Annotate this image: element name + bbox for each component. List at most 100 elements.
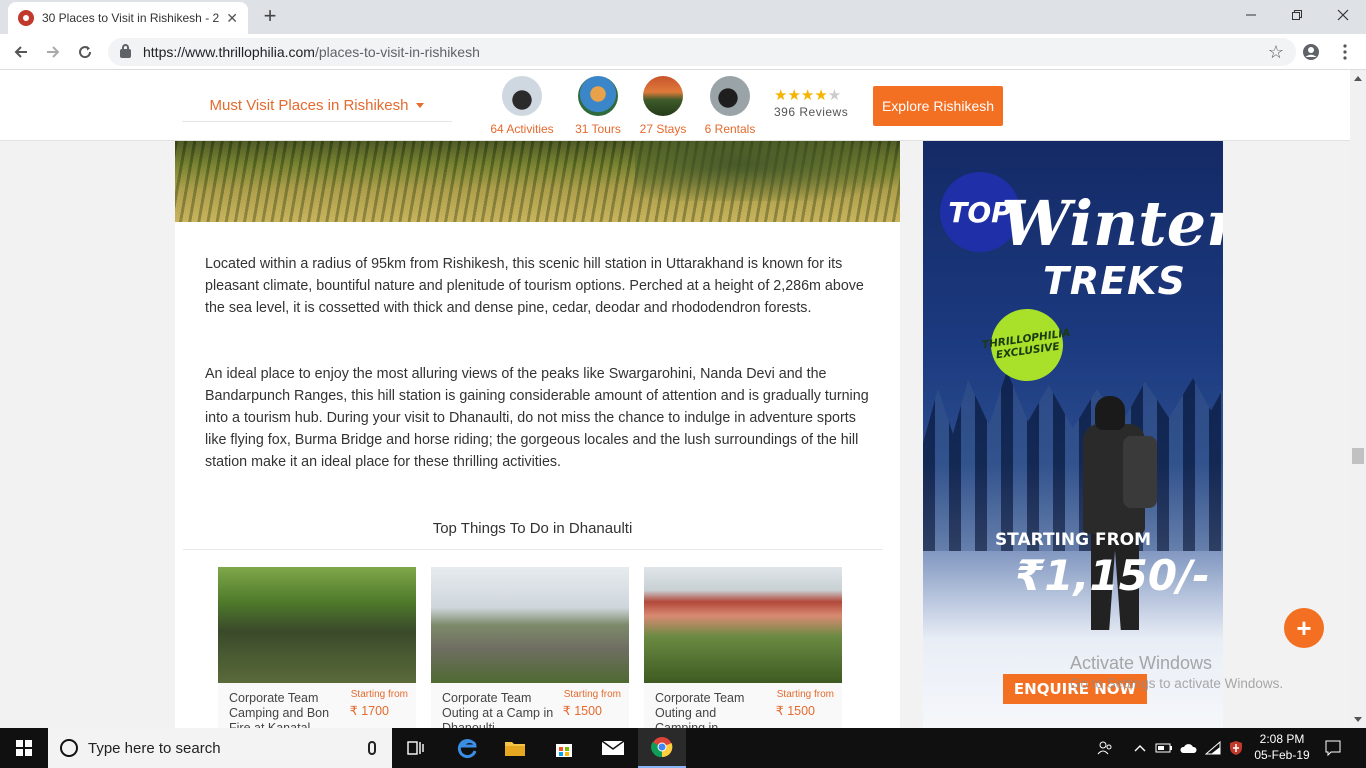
rentals-thumbnail [710,76,750,116]
ad-exclusive-badge: THRILLOPHILIA EXCLUSIVE [981,304,1071,386]
stat-rentals[interactable]: 6 Rentals [695,76,765,136]
minimize-icon[interactable] [1228,0,1274,30]
activity-card-photo [644,567,842,683]
edge-browser-icon[interactable] [443,728,491,768]
clock-time: 2:08 PM [1259,732,1305,746]
security-shield-icon[interactable] [1226,728,1246,768]
explore-button[interactable]: Explore Rishikesh [873,86,1003,126]
activity-card-title: Corporate Team Camping and Bon Fire at K… [229,691,330,728]
reload-icon[interactable] [72,39,98,65]
forward-icon[interactable] [40,39,66,65]
scroll-up-icon[interactable] [1354,76,1362,81]
section-divider [183,549,883,550]
stat-activities[interactable]: 64 Activities [487,76,557,136]
chrome-icon[interactable] [638,728,686,768]
watermark-line-2: Go to Settings to activate Windows. [1070,676,1284,691]
people-icon[interactable] [1094,728,1116,768]
rating-block: ★★★★★ 396 Reviews [774,86,848,119]
activity-card[interactable]: Corporate Team Camping and Bon Fire at K… [218,567,416,728]
taskbar-search-box[interactable]: Type here to search [48,728,392,768]
tab-title: 30 Places to Visit in Rishikesh - 2 [42,11,220,25]
ad-starting-from: STARTING FROM [994,530,1152,550]
rating-stars-icon: ★★★★★ [774,87,842,104]
pine-trees-graphic [923,371,1223,551]
stat-tours-label: 31 Tours [575,122,621,136]
browser-tab[interactable]: 30 Places to Visit in Rishikesh - 2 ✕ [8,2,248,34]
stat-stays-label: 27 Stays [639,122,687,136]
activities-thumbnail [502,76,542,116]
activity-card-price: ₹ 1500 [775,704,815,718]
chevron-down-icon [416,103,425,108]
winter-treks-ad[interactable]: TOP Winter TREKS THRILLOPHILIA EXCLUSIVE… [923,141,1223,728]
taskbar-search-placeholder: Type here to search [88,739,221,757]
url-host: https://www.thrillophilia.com [143,44,315,60]
floating-add-button[interactable]: + [1284,608,1324,648]
browser-tab-strip: 30 Places to Visit in Rishikesh - 2 ✕ + [0,0,1366,34]
stat-tours[interactable]: 31 Tours [563,76,633,136]
reviews-count[interactable]: 396 Reviews [774,105,848,119]
activate-windows-watermark: Activate Windows Go to Settings to activ… [1070,653,1283,691]
tab-close-icon[interactable]: ✕ [226,10,238,27]
activity-card[interactable]: Corporate Team Outing and Camping in Sta… [644,567,842,728]
mail-icon[interactable] [589,728,637,768]
browser-toolbar: https://www.thrillophilia.com/places-to-… [0,34,1366,70]
menu-icon[interactable] [1332,39,1358,65]
file-explorer-icon[interactable] [491,728,539,768]
places-dropdown-label: Must Visit Places in Rishikesh [209,97,409,114]
page-scrollbar[interactable] [1350,70,1366,728]
stat-activities-label: 64 Activities [490,122,554,136]
hiker-graphic [1083,396,1163,636]
activity-card-meta: Corporate Team Outing and Camping in Sta… [644,683,842,728]
clock-date: 05-Feb-19 [1254,748,1310,762]
close-window-icon[interactable] [1320,0,1366,30]
scroll-thumb[interactable] [1352,448,1364,464]
scroll-down-icon[interactable] [1354,717,1362,722]
article-paragraph-1: Located within a radius of 95km from Ris… [205,256,864,316]
stat-rentals-label: 6 Rentals [704,122,756,136]
notification-center-icon[interactable] [1322,728,1344,768]
address-bar[interactable]: https://www.thrillophilia.com/places-to-… [108,38,1296,66]
onedrive-icon[interactable] [1177,728,1199,768]
watermark-line-1: Activate Windows [1070,653,1213,673]
hero-image [175,141,900,222]
battery-icon[interactable] [1153,728,1175,768]
ad-treks-label: TREKS [1043,259,1186,303]
activity-card-title: Corporate Team Outing at a Camp in Dhano… [442,691,554,728]
activity-card-price: ₹ 1500 [562,704,602,718]
star-icon[interactable]: ☆ [1268,42,1284,63]
activity-card-title: Corporate Team Outing and Camping in [655,691,745,728]
cortana-icon [60,739,78,757]
places-dropdown[interactable]: Must Visit Places in Rishikesh [182,90,452,122]
activity-card-meta: Corporate Team Outing at a Camp in Dhano… [431,683,629,728]
new-tab-button[interactable]: + [258,3,282,28]
ad-winter-label: Winter [1001,187,1223,260]
activity-card-photo [218,567,416,683]
tours-thumbnail [578,76,618,116]
article-paragraph-2: An ideal place to enjoy the most allurin… [205,366,869,470]
windows-taskbar: Type here to search 2:08 PM 05-Feb-19 [0,728,1366,768]
activity-card-meta: Corporate Team Camping and Bon Fire at K… [218,683,416,728]
task-view-icon[interactable] [392,728,440,768]
taskbar-clock[interactable]: 2:08 PM 05-Feb-19 [1244,731,1320,763]
activity-card-from-label: Starting from [776,689,834,700]
section-title: Top Things To Do in Dhanaulti [432,520,633,537]
activity-card-from-label: Starting from [563,689,621,700]
activity-card-from-label: Starting from [350,689,408,700]
activity-card[interactable]: Corporate Team Outing at a Camp in Dhano… [431,567,629,728]
show-hidden-icons-icon[interactable] [1130,728,1150,768]
stat-stays[interactable]: 27 Stays [628,76,698,136]
page-viewport: Must Visit Places in Rishikesh 64 Activi… [0,70,1350,728]
start-button[interactable] [0,728,48,768]
stays-thumbnail [643,76,683,116]
sticky-header: Must Visit Places in Rishikesh 64 Activi… [0,70,1350,141]
url-path: /places-to-visit-in-rishikesh [314,44,480,60]
back-icon[interactable] [8,39,34,65]
activity-card-price: ₹ 1700 [349,704,389,718]
store-icon[interactable] [540,728,588,768]
profile-icon[interactable] [1298,39,1324,65]
restore-icon[interactable] [1274,0,1320,30]
activity-card-photo [431,567,629,683]
site-favicon-icon [18,10,34,26]
wifi-icon[interactable] [1202,728,1224,768]
microphone-icon[interactable] [368,741,376,755]
